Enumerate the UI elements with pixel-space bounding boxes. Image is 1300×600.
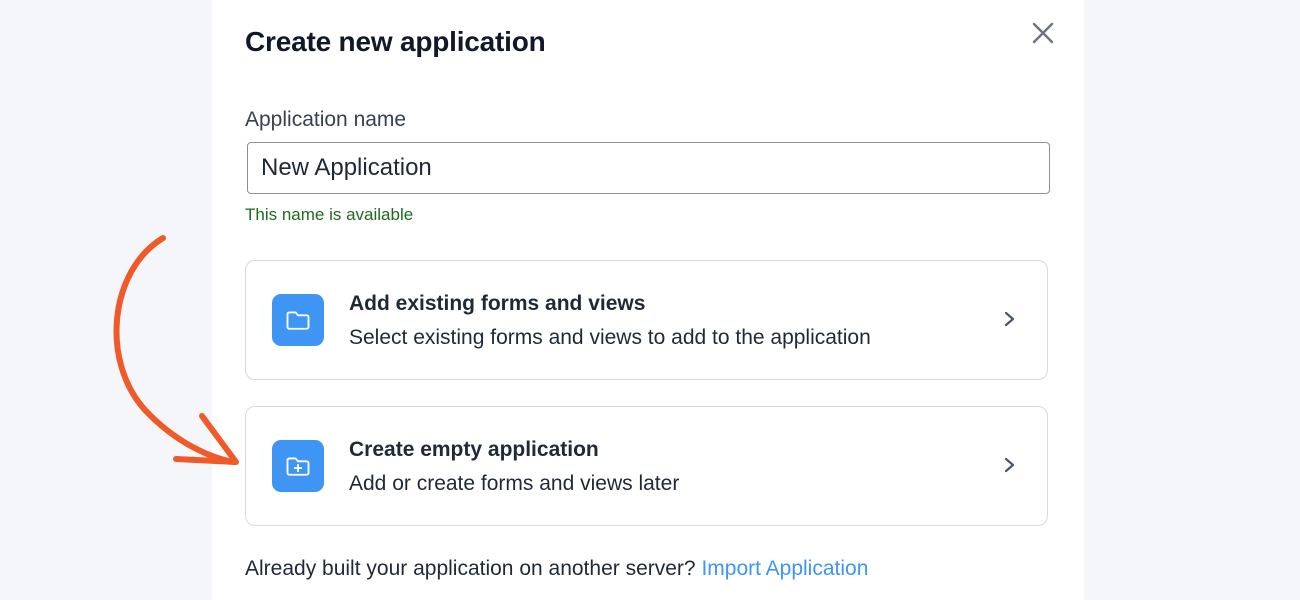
option-description: Select existing forms and views to add t… [349,326,871,349]
application-name-label: Application name [245,108,407,131]
option-title: Create empty application [349,438,599,461]
chevron-right-icon [1002,453,1018,477]
application-name-input[interactable] [247,142,1050,194]
name-availability-hint: This name is available [245,205,414,224]
chevron-right-icon [1002,307,1018,331]
import-application-link[interactable]: Import Application [701,557,868,580]
dialog-title: Create new application [245,26,546,57]
import-footer: Already built your application on anothe… [245,557,868,581]
add-existing-forms-option[interactable]: Add existing forms and views Select exis… [245,260,1048,380]
create-empty-application-option[interactable]: Create empty application Add or create f… [245,406,1048,526]
folder-icon [272,294,324,346]
footer-text: Already built your application on anothe… [245,557,696,580]
folder-plus-icon [272,440,324,492]
option-description: Add or create forms and views later [349,472,680,495]
create-application-dialog: Create new application Application name … [212,0,1084,600]
option-title: Add existing forms and views [349,292,646,315]
close-icon[interactable] [1028,18,1058,48]
